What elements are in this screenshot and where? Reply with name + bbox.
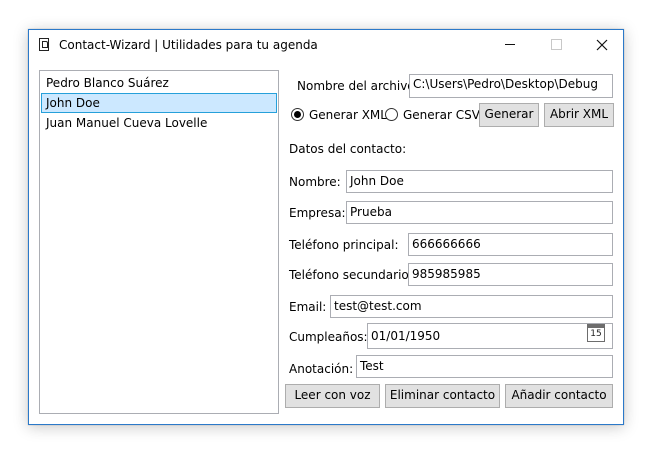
app-window: Contact-Wizard | Utilidades para tu agen… (28, 29, 624, 425)
csv-radio-label: Generar CSV (403, 108, 480, 122)
xml-radio-label: Generar XML (309, 108, 387, 122)
nombre-label: Nombre: (289, 175, 341, 189)
tel-secundario-field[interactable]: 985985985 (408, 263, 613, 286)
list-item-selected[interactable]: John Doe (41, 93, 277, 113)
close-icon (596, 39, 608, 51)
tel-secundario-label: Teléfono secundario: (289, 268, 413, 282)
anotacion-label: Anotación: (289, 362, 354, 376)
cumple-label: Cumpleaños: (289, 330, 368, 344)
filename-field[interactable]: C:\Users\Pedro\Desktop\Debug (409, 74, 613, 98)
csv-radio[interactable] (385, 108, 398, 121)
list-item[interactable]: Pedro Blanco Suárez (41, 73, 277, 93)
maximize-button[interactable] (533, 30, 579, 60)
contact-list[interactable]: Pedro Blanco Suárez John Doe Juan Manuel… (39, 70, 279, 414)
add-contact-button[interactable]: Añadir contacto (505, 384, 613, 408)
anotacion-field[interactable]: Test (356, 355, 613, 378)
tel-principal-field[interactable]: 666666666 (408, 233, 613, 256)
cumple-date-picker[interactable]: 01/01/1950 (367, 323, 613, 349)
email-field[interactable]: test@test.com (330, 295, 613, 318)
read-aloud-button[interactable]: Leer con voz (285, 384, 380, 408)
nombre-field[interactable]: John Doe (346, 170, 613, 193)
window-title: Contact-Wizard | Utilidades para tu agen… (59, 38, 318, 52)
open-xml-button[interactable]: Abrir XML (544, 103, 614, 127)
minimize-button[interactable] (487, 30, 533, 60)
section-title: Datos del contacto: (289, 142, 407, 156)
delete-contact-button[interactable]: Eliminar contacto (385, 384, 500, 408)
generate-button[interactable]: Generar (479, 103, 539, 127)
xml-radio[interactable] (291, 108, 304, 121)
filename-label: Nombre del archivo: (297, 79, 419, 93)
list-item[interactable]: Juan Manuel Cueva Lovelle (41, 113, 277, 133)
tel-principal-label: Teléfono principal: (289, 238, 399, 252)
close-button[interactable] (579, 30, 625, 60)
empresa-field[interactable]: Prueba (346, 201, 613, 224)
notebook-icon (39, 38, 49, 51)
calendar-icon[interactable]: 15 (587, 324, 605, 342)
email-label: Email: (289, 300, 327, 314)
empresa-label: Empresa: (289, 206, 346, 220)
title-bar[interactable]: Contact-Wizard | Utilidades para tu agen… (29, 30, 623, 61)
